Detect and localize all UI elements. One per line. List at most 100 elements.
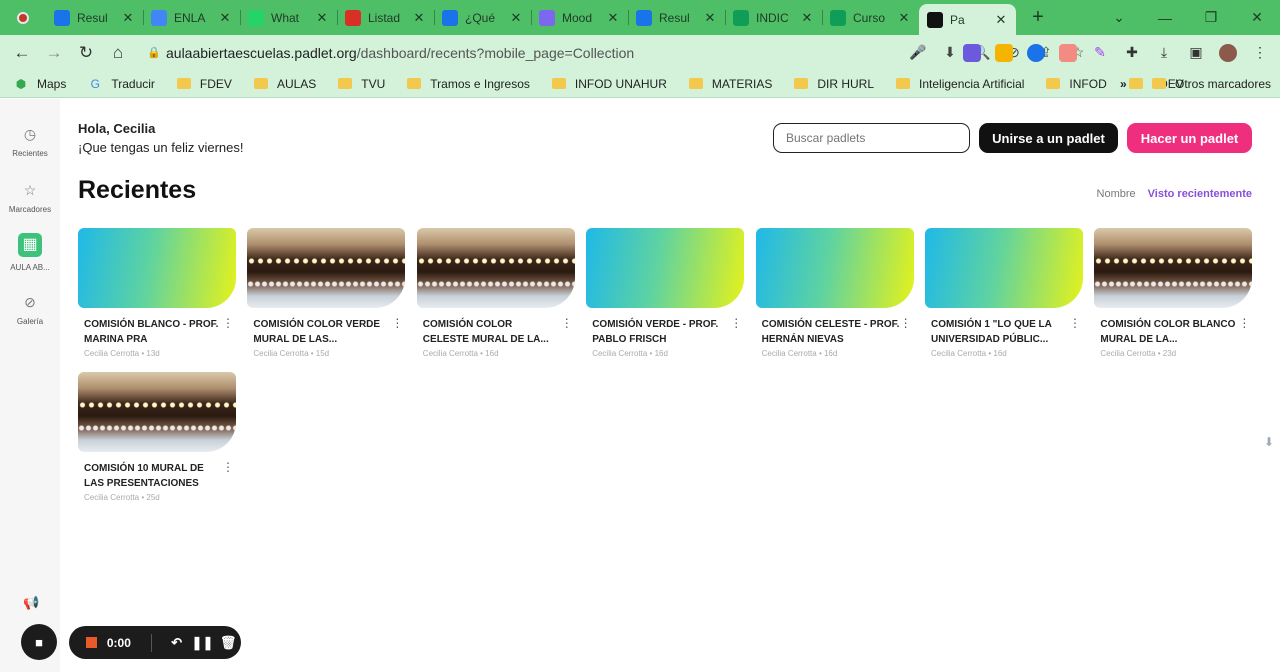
forward-button[interactable]: → [38,43,70,63]
more-options-icon[interactable]: ⋮ [391,317,403,329]
padlet-thumbnail[interactable] [755,228,914,308]
new-tab-button[interactable]: + [1022,6,1054,29]
padlet-thumbnail[interactable] [586,228,745,308]
sidebar-item-galeria[interactable]: ⊘ Galería [0,293,60,326]
browser-tab[interactable]: ¿Qué ✕ [434,0,531,35]
sort-by-name[interactable]: Nombre [1097,188,1136,200]
extension-pen-icon[interactable]: ✎ [1084,44,1116,61]
search-input[interactable] [773,123,970,153]
sidepanel-icon[interactable]: ▣ [1180,44,1212,61]
home-button[interactable]: ⌂ [102,43,134,63]
close-tab-icon[interactable]: ✕ [218,10,232,26]
padlet-card[interactable]: COMISIÓN COLOR BLANCO MURAL DE LA... Cec… [1094,228,1253,358]
close-tab-icon[interactable]: ✕ [509,10,523,26]
padlet-title[interactable]: COMISIÓN VERDE - PROF. PABLO FRISCH [586,317,736,347]
bookmark-item[interactable]: TVU [338,77,385,91]
lock-icon[interactable]: 🔒 [142,46,166,59]
megaphone-icon[interactable]: 📢 [23,595,39,611]
join-padlet-button[interactable]: Unirse a un padlet [979,123,1118,153]
padlet-thumbnail[interactable] [78,228,236,308]
padlet-card[interactable]: COMISIÓN COLOR VERDE MURAL DE LAS... Cec… [247,228,406,358]
other-bookmarks[interactable]: Otros marcadores [1152,77,1271,91]
bookmark-item[interactable]: AULAS [253,77,316,91]
bookmarks-more-button[interactable]: » [1120,77,1127,91]
downloads-icon[interactable]: ⤓ [1148,44,1180,61]
browser-tab[interactable]: Resul ✕ [628,0,725,35]
padlet-thumbnail[interactable] [247,228,406,308]
url-text[interactable]: aulaabiertaescuelas.padlet.org/dashboard… [166,45,634,61]
camera-button[interactable]: ■ [21,624,57,660]
sidebar-item-aula[interactable]: ▦ AULA AB... [0,233,60,272]
make-padlet-button[interactable]: Hacer un padlet [1127,123,1252,153]
extension-red-icon[interactable] [1052,43,1084,62]
browser-tab[interactable]: What ✕ [240,0,337,35]
close-tab-icon[interactable]: ✕ [121,10,135,26]
close-window-button[interactable]: ✕ [1234,9,1280,26]
minimize-button[interactable]: — [1142,10,1188,26]
tab-search-icon[interactable]: ⌄ [1096,9,1142,26]
browser-tab[interactable]: Listad ✕ [337,0,434,35]
padlet-thumbnail[interactable] [925,228,1083,308]
more-options-icon[interactable]: ⋮ [222,317,234,329]
padlet-thumbnail[interactable] [1094,228,1253,308]
padlet-title[interactable]: COMISIÓN COLOR CELESTE MURAL DE LA... [417,317,567,347]
sidebar-item-recientes[interactable]: ◷ Recientes [0,125,60,158]
bookmark-item[interactable]: INFOD UNAHUR [551,77,667,91]
padlet-card[interactable]: COMISIÓN 1 "LO QUE LA UNIVERSIDAD PÚBLIC… [925,228,1083,358]
recording-tab[interactable] [0,0,46,35]
close-tab-icon[interactable]: ✕ [606,10,620,26]
padlet-title[interactable]: COMISIÓN 10 MURAL DE LAS PRESENTACIONES [78,461,228,491]
bookmark-item[interactable]: MATERIAS [688,77,772,91]
more-options-icon[interactable]: ⋮ [900,317,912,329]
extension-keep-icon[interactable] [988,43,1020,62]
more-options-icon[interactable]: ⋮ [561,317,573,329]
sort-by-recent[interactable]: Visto recientemente [1148,188,1252,200]
more-options-icon[interactable]: ⋮ [730,317,742,329]
more-options-icon[interactable]: ⋮ [1238,317,1250,329]
bookmark-item[interactable]: FDEV [176,77,232,91]
padlet-card[interactable]: COMISIÓN COLOR CELESTE MURAL DE LA... Ce… [416,228,575,358]
padlet-card[interactable]: COMISIÓN VERDE - PROF. PABLO FRISCH Ceci… [586,228,745,358]
close-tab-icon[interactable]: ✕ [315,10,329,26]
padlet-title[interactable]: COMISIÓN COLOR VERDE MURAL DE LAS... [247,317,397,347]
browser-tab[interactable]: Mood ✕ [531,0,628,35]
padlet-title[interactable]: COMISIÓN CELESTE - PROF. HERNÁN NIEVAS [756,317,906,347]
close-tab-icon[interactable]: ✕ [800,10,814,26]
padlet-card[interactable]: COMISIÓN BLANCO - PROF. MARINA PRA Cecil… [78,228,236,358]
bookmark-item[interactable]: ⬢ Maps [14,77,67,91]
microphone-icon[interactable]: 🎤 [902,44,934,61]
padlet-card[interactable]: COMISIÓN 10 MURAL DE LAS PRESENTACIONES … [78,372,236,502]
bookmark-item[interactable]: G Traducir [88,77,155,91]
padlet-thumbnail[interactable] [416,228,575,308]
restore-button[interactable]: ❐ [1188,9,1234,26]
close-tab-icon[interactable]: ✕ [897,10,911,26]
stop-recording-icon[interactable] [86,637,97,648]
address-bar[interactable]: 🔒 aulaabiertaescuelas.padlet.org/dashboa… [142,38,1084,67]
close-tab-icon[interactable]: ✕ [412,10,426,26]
more-options-icon[interactable]: ⋮ [1069,317,1081,329]
extension-blue-icon[interactable] [1020,43,1052,62]
padlet-title[interactable]: COMISIÓN 1 "LO QUE LA UNIVERSIDAD PÚBLIC… [925,317,1075,347]
browser-tab[interactable]: Resul ✕ [46,0,143,35]
bookmark-item[interactable]: Tramos e Ingresos [407,77,530,91]
trash-icon[interactable]: 🗑 [215,635,241,651]
browser-tab[interactable]: ENLA ✕ [143,0,240,35]
reload-button[interactable]: ↻ [70,43,102,63]
undo-icon[interactable]: ↶ [164,635,190,651]
scroll-hint-icon[interactable]: ⬇ [1264,435,1278,453]
more-options-icon[interactable]: ⋮ [222,461,234,473]
padlet-title[interactable]: COMISIÓN COLOR BLANCO MURAL DE LA... [1094,317,1244,347]
extensions-puzzle-icon[interactable]: ✚ [1116,44,1148,61]
padlet-title[interactable]: COMISIÓN BLANCO - PROF. MARINA PRA [78,317,228,347]
browser-tab[interactable]: INDIC ✕ [725,0,822,35]
padlet-card[interactable]: COMISIÓN CELESTE - PROF. HERNÁN NIEVAS C… [755,228,914,358]
padlet-thumbnail[interactable] [78,372,236,452]
browser-tab[interactable]: Curso ✕ [822,0,919,35]
bookmark-item[interactable]: INFOD [1046,77,1107,91]
extension-flower-icon[interactable] [956,43,988,62]
menu-icon[interactable]: ⋮ [1244,44,1276,61]
pause-icon[interactable]: ❚❚ [190,635,216,651]
browser-tab[interactable]: Pa ✕ [919,4,1016,35]
bookmark-item[interactable]: Inteligencia Artificial [896,77,1024,91]
bookmark-item[interactable]: DIR HURL [794,77,874,91]
